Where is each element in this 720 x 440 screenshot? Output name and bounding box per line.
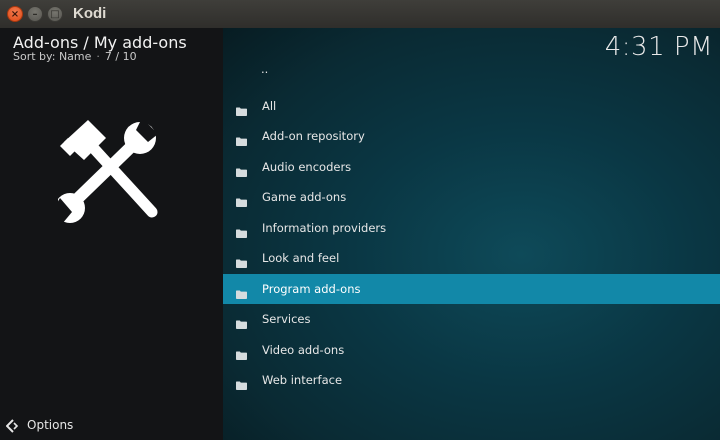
list-item[interactable]: Game add-ons [223,182,720,213]
folder-icon [236,101,247,120]
list-item-label: Audio encoders [262,159,352,174]
window-close-button[interactable]: × [7,6,23,22]
list-item-label: Look and feel [262,251,340,265]
list-item-label: Information providers [262,220,387,235]
clock: 4:31 PM [604,32,713,62]
list-item[interactable]: Audio encoders [223,152,720,183]
list-item[interactable]: Add-on repository [223,121,720,152]
window-title: Kodi [73,5,107,22]
list-item[interactable]: Program add-ons [223,273,720,304]
folder-icon [236,192,247,211]
list-item-parent[interactable]: .. [223,60,720,91]
sort-label: Sort by: Name [13,50,92,63]
folder-icon [236,314,247,333]
list-item[interactable]: Information providers [223,213,720,244]
options-label: Options [27,418,74,432]
folder-icon [236,345,247,364]
sort-separator: · [96,50,100,63]
folder-icon [236,375,247,394]
list-item[interactable]: Web interface [223,365,720,396]
list-item-label: Program add-ons [262,281,361,296]
addon-category-list: .. All Add-on repository Audio encoders Gam… [223,60,720,396]
folder-icon [236,253,247,272]
list-item-label: Services [262,312,311,326]
folder-icon [236,284,247,303]
list-item[interactable]: Look and feel [223,243,720,274]
options-arrow-icon [6,419,19,433]
list-item-label: Web interface [262,373,343,387]
window-minimize-button[interactable]: – [27,6,43,22]
folder-icon [236,131,247,150]
left-panel: Add-ons / My add-ons Sort by: Name · 7 / 1… [0,28,223,440]
list-item-label: .. [261,62,269,76]
list-item[interactable]: All [223,91,720,122]
sort-info: Sort by: Name · 7 / 10 [13,50,137,63]
list-item[interactable]: Services [223,304,720,335]
folder-icon [236,223,247,242]
folder-icon [236,162,247,181]
content-panel: 4:31 PM .. All Add-on repository Audio enc… [223,28,720,440]
window-maximize-button[interactable]: □ [47,6,63,22]
list-item-label: Game add-ons [262,190,347,204]
tools-hammer-wrench-icon [58,120,158,224]
window-titlebar: × – □ Kodi [0,0,720,29]
list-item-label: Add-on repository [262,129,365,143]
list-item-label: Video add-ons [262,342,345,357]
list-item[interactable]: Video add-ons [223,335,720,366]
item-position: 7 / 10 [104,50,137,63]
list-item-label: All [262,98,277,113]
